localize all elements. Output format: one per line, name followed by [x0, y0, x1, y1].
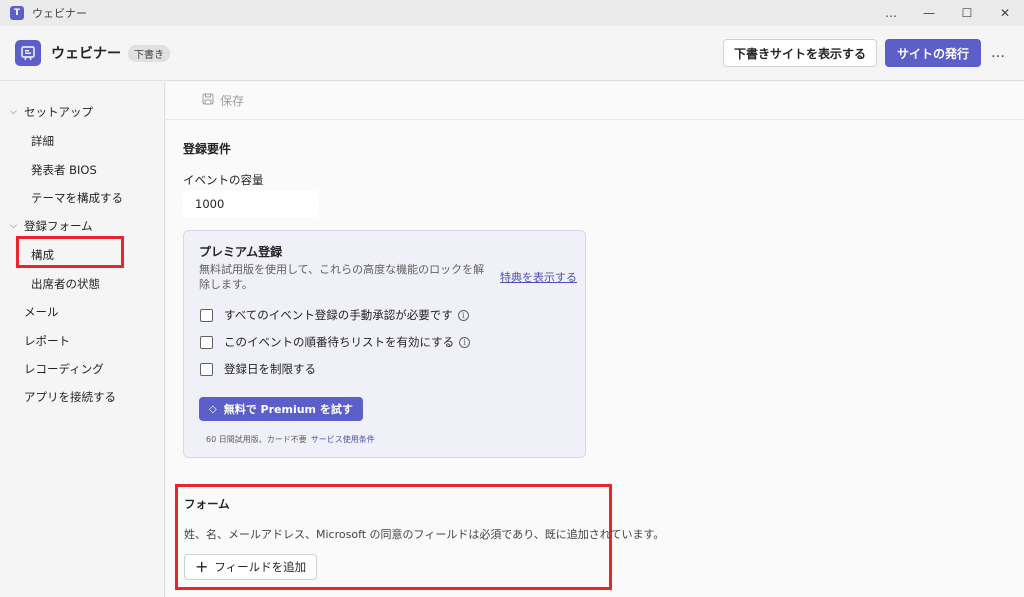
publish-site-button[interactable]: サイトの発行	[884, 39, 981, 67]
toolbar: 保存	[166, 82, 1024, 120]
checkbox[interactable]	[200, 335, 213, 349]
save-icon	[202, 93, 214, 108]
sidebar-item-email[interactable]: メール	[24, 304, 59, 320]
close-icon[interactable]: ✕	[986, 0, 1024, 26]
status-badge: 下書き	[128, 44, 170, 62]
add-field-label: フィールドを追加	[214, 560, 307, 574]
title-bar: T ウェビナー … — ☐ ✕	[0, 0, 1024, 26]
save-button[interactable]: 保存	[202, 92, 244, 109]
preview-draft-site-button[interactable]: 下書きサイトを表示する	[722, 39, 877, 67]
option-label: 登録日を制限する	[224, 362, 316, 376]
plus-icon: +	[195, 557, 209, 576]
page-title: ウェビナー	[51, 46, 121, 62]
sidebar-item-connect-apps[interactable]: アプリを接続する	[24, 389, 116, 405]
section-title: 登録要件	[183, 142, 232, 156]
sidebar-item-presenter-bios[interactable]: 発表者 BIOS	[31, 162, 97, 178]
manual-approval-option[interactable]: すべてのイベント登録の手動承認が必要です i	[200, 307, 469, 323]
try-premium-button[interactable]: ◇ 無料で Premium を試す	[199, 397, 363, 421]
form-description: 姓、名、メールアドレス、Microsoft の同意のフィールドは必須であり、既に…	[184, 528, 665, 541]
add-field-button[interactable]: + フィールドを追加	[184, 554, 318, 580]
form-title: フォーム	[184, 497, 230, 511]
main-content: 保存 登録要件 イベントの容量 プレミアム登録 無料試用版を使用して、これらの高…	[166, 82, 1024, 597]
try-premium-label: 無料で Premium を試す	[223, 403, 353, 416]
option-label: すべてのイベント登録の手動承認が必要です	[224, 308, 453, 322]
highlight-box-configuration	[16, 236, 124, 268]
trial-note: 60 日間試用版、カード不要	[206, 435, 307, 444]
capacity-label: イベントの容量	[183, 173, 264, 187]
info-icon[interactable]: i	[459, 336, 471, 348]
sidebar-item-recordings[interactable]: レコーディング	[24, 361, 104, 377]
sidebar-group-setup[interactable]: ⌵ セットアップ	[10, 104, 93, 120]
chevron-down-icon: ⌵	[10, 221, 17, 231]
option-label: このイベントの順番待ちリストを有効にする	[224, 335, 455, 349]
sidebar-group-label: 登録フォーム	[24, 219, 93, 233]
premium-registration-card: プレミアム登録 無料試用版を使用して、これらの高度な機能のロックを解除します。 …	[183, 230, 586, 458]
webinar-icon	[15, 40, 41, 66]
premium-footnote: 60 日間試用版、カード不要 サービス使用条件	[206, 434, 375, 445]
minimize-icon[interactable]: —	[910, 0, 948, 26]
checkbox[interactable]	[200, 362, 213, 376]
terms-link[interactable]: サービス使用条件	[311, 435, 375, 444]
app-header: ウェビナー 下書き 下書きサイトを表示する サイトの発行 …	[0, 26, 1024, 81]
view-benefits-link[interactable]: 特典を表示する	[500, 269, 577, 285]
sidebar-item-attendee-status[interactable]: 出席者の状態	[31, 276, 100, 292]
sidebar: ⌵ セットアップ 詳細 発表者 BIOS テーマを構成する ⌵ 登録フォーム 構…	[0, 82, 165, 597]
teams-app-icon: T	[10, 6, 24, 20]
maximize-icon[interactable]: ☐	[948, 0, 986, 26]
premium-title: プレミアム登録	[199, 245, 283, 259]
window-title: ウェビナー	[32, 7, 87, 20]
info-icon[interactable]: i	[457, 309, 469, 321]
more-icon[interactable]: …	[991, 45, 1006, 61]
window-controls: … — ☐ ✕	[872, 0, 1024, 26]
sidebar-item-reports[interactable]: レポート	[24, 333, 70, 349]
chevron-down-icon: ⌵	[10, 107, 17, 117]
sidebar-item-details[interactable]: 詳細	[31, 133, 54, 149]
sidebar-item-theme[interactable]: テーマを構成する	[31, 190, 123, 206]
limit-registration-date-option[interactable]: 登録日を制限する	[200, 361, 316, 377]
more-options-icon[interactable]: …	[872, 0, 910, 26]
save-label: 保存	[220, 94, 245, 108]
waitlist-option[interactable]: このイベントの順番待ちリストを有効にする i	[200, 334, 471, 350]
sidebar-group-registration[interactable]: ⌵ 登録フォーム	[10, 218, 93, 234]
sidebar-group-label: セットアップ	[24, 105, 93, 119]
form-section: フォーム 姓、名、メールアドレス、Microsoft の同意のフィールドは必須で…	[175, 484, 664, 590]
premium-description: 無料試用版を使用して、これらの高度な機能のロックを解除します。	[199, 263, 485, 291]
checkbox[interactable]	[200, 308, 213, 322]
diamond-icon: ◇	[209, 403, 217, 415]
capacity-input[interactable]	[183, 191, 319, 217]
